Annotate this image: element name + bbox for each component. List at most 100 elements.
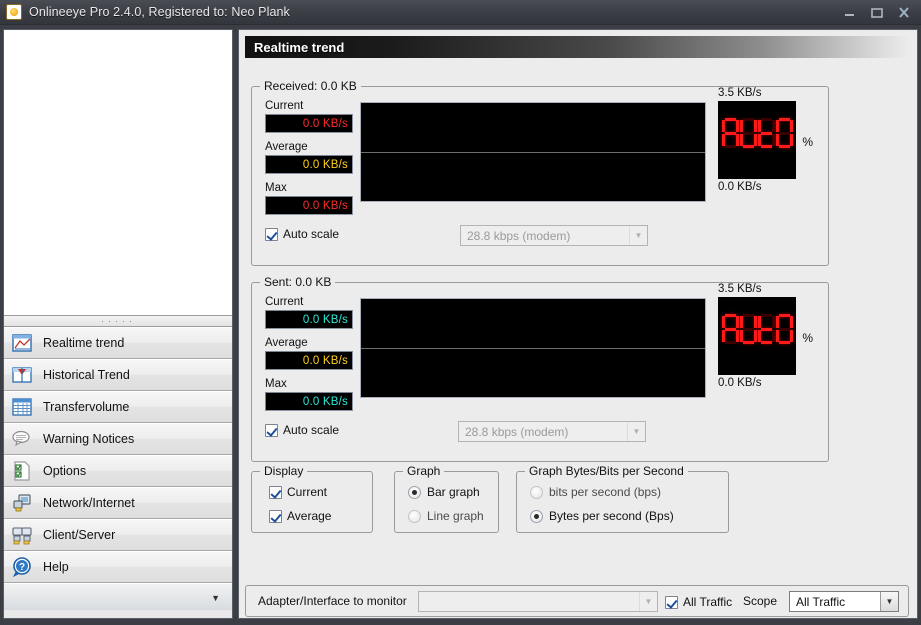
units-bits-label: bits per second (bps) (549, 485, 662, 499)
led-segment-a (779, 118, 790, 121)
led-segment-d (743, 341, 754, 344)
graph-line-label: Line graph (427, 509, 484, 523)
display-average-label: Average (287, 509, 332, 523)
sidebar-item-realtime-trend[interactable]: Realtime trend (4, 327, 232, 359)
led-segment-e (758, 330, 761, 342)
adapter-combo[interactable]: ▼ (418, 591, 658, 612)
received-current-value-box: 0.0 KB/s (265, 114, 353, 133)
scope-combo-value: All Traffic (796, 594, 846, 609)
sidebar-item-label: Network/Internet (43, 496, 135, 510)
led-segment-f (740, 120, 743, 132)
received-max-label: Max (265, 182, 287, 194)
chevron-down-icon[interactable]: ▼ (880, 592, 898, 611)
display-group: Display Current Average (251, 464, 373, 533)
window-title: Onlineeye Pro 2.4.0, Registered to: Neo … (29, 5, 290, 19)
main-content: Realtime trend Received: 0.0 KB Current … (238, 29, 918, 619)
sun-app-icon (6, 4, 22, 20)
sidebar-scroll-area[interactable]: ▼ (4, 583, 232, 610)
sent-graph[interactable] (360, 298, 706, 398)
received-current-value: 0.0 KB/s (302, 117, 348, 130)
led-segment-c (736, 330, 739, 342)
scope-combo[interactable]: All Traffic ▼ (789, 591, 899, 612)
led-segment-c (772, 330, 775, 342)
sent-auto-scale-checkbox[interactable]: Auto scale (265, 423, 339, 437)
chevron-down-icon[interactable]: ▼ (211, 594, 220, 603)
sidebar-item-label: Help (43, 560, 69, 574)
minimize-icon[interactable] (836, 3, 863, 23)
led-segment-e (740, 134, 743, 146)
led-segment-g (743, 327, 754, 331)
led-segment-f (758, 120, 761, 132)
radio-button (530, 509, 543, 523)
sent-max-label: Max (265, 378, 287, 390)
sent-current-label: Current (265, 296, 304, 308)
chevron-down-icon[interactable]: ▼ (627, 422, 645, 441)
led-segment-b (736, 120, 739, 132)
realtime-trend-icon (11, 332, 33, 354)
led-segment-d (725, 341, 736, 344)
display-average-checkbox[interactable]: Average (269, 509, 331, 523)
sidebar-item-network-internet[interactable]: Network/Internet (4, 487, 232, 519)
sidebar-item-label: Options (43, 464, 87, 478)
radio-button (408, 485, 421, 499)
led-segment-c (754, 330, 757, 342)
received-speed-combo[interactable]: 28.8 kbps (modem) ▼ (460, 225, 648, 246)
graph-group-title: Graph (403, 464, 445, 478)
led-segment-e (722, 134, 725, 146)
led-segment-a (743, 118, 754, 121)
chevron-down-icon[interactable]: ▼ (629, 226, 647, 245)
sent-scale-max: 3.5 KB/s (718, 283, 762, 295)
sidebar-item-label: Realtime trend (43, 336, 125, 350)
sent-speed-combo[interactable]: 28.8 kbps (modem) ▼ (458, 421, 646, 442)
received-led-panel: % (718, 101, 813, 179)
led-segment-g (779, 327, 790, 331)
display-current-label: Current (287, 485, 328, 499)
graph-bar-radio[interactable]: Bar graph (408, 485, 480, 499)
sent-current-value: 0.0 KB/s (302, 313, 348, 326)
checkbox-box (269, 509, 282, 523)
led-segment-b (754, 316, 757, 328)
sidebar-item-warning-notices[interactable]: Warning Notices (4, 423, 232, 455)
led-segment-a (725, 314, 736, 317)
warning-notices-icon (11, 428, 33, 450)
maximize-icon[interactable] (863, 3, 890, 23)
page-title-label: Realtime trend (254, 39, 345, 55)
led-segment-e (722, 330, 725, 342)
units-group: Graph Bytes/Bits per Second bits per sec… (516, 464, 729, 533)
scope-label: Scope (743, 594, 778, 608)
sidebar: Realtime trend Historical Trend Transfer… (3, 29, 233, 619)
sidebar-item-help[interactable]: ? Help (4, 551, 232, 583)
close-icon[interactable] (890, 3, 917, 23)
checkbox-box (665, 595, 678, 609)
received-average-label: Average (265, 141, 308, 153)
led-segment-a (743, 314, 754, 317)
sent-scale-min: 0.0 KB/s (718, 377, 762, 389)
received-meters: Current 0.0 KB/s Average 0.0 KB/s Max 0.… (265, 99, 353, 222)
display-current-checkbox[interactable]: Current (269, 485, 327, 499)
sidebar-splitter-grip[interactable] (4, 315, 232, 327)
units-bytes-radio[interactable]: Bytes per second (Bps) (530, 509, 674, 523)
sidebar-item-client-server[interactable]: Client/Server (4, 519, 232, 551)
led-segment-e (776, 134, 779, 146)
graph-bar-label: Bar graph (427, 485, 480, 499)
led-segment-g (761, 131, 772, 135)
chevron-down-icon[interactable]: ▼ (639, 592, 657, 611)
graph-line-radio[interactable]: Line graph (408, 509, 484, 523)
sent-auto-scale-label: Auto scale (283, 423, 340, 437)
sent-meters: Current 0.0 KB/s Average 0.0 KB/s Max 0.… (265, 295, 353, 418)
client-server-icon (11, 524, 33, 546)
led-segment-a (725, 118, 736, 121)
received-auto-scale-checkbox[interactable]: Auto scale (265, 227, 339, 241)
units-bits-radio[interactable]: bits per second (bps) (530, 485, 661, 499)
received-graph[interactable] (360, 102, 706, 202)
network-internet-icon (11, 492, 33, 514)
sidebar-item-transfervolume[interactable]: Transfervolume (4, 391, 232, 423)
sidebar-item-label: Historical Trend (43, 368, 130, 382)
all-traffic-checkbox[interactable]: All Traffic (665, 595, 732, 609)
sidebar-blank-area (4, 30, 232, 315)
led-segment-c (790, 330, 793, 342)
sidebar-item-historical-trend[interactable]: Historical Trend (4, 359, 232, 391)
units-group-title: Graph Bytes/Bits per Second (525, 464, 688, 478)
sidebar-item-options[interactable]: Options (4, 455, 232, 487)
sent-group: Sent: 0.0 KB Current 0.0 KB/s Average 0.… (251, 275, 829, 462)
